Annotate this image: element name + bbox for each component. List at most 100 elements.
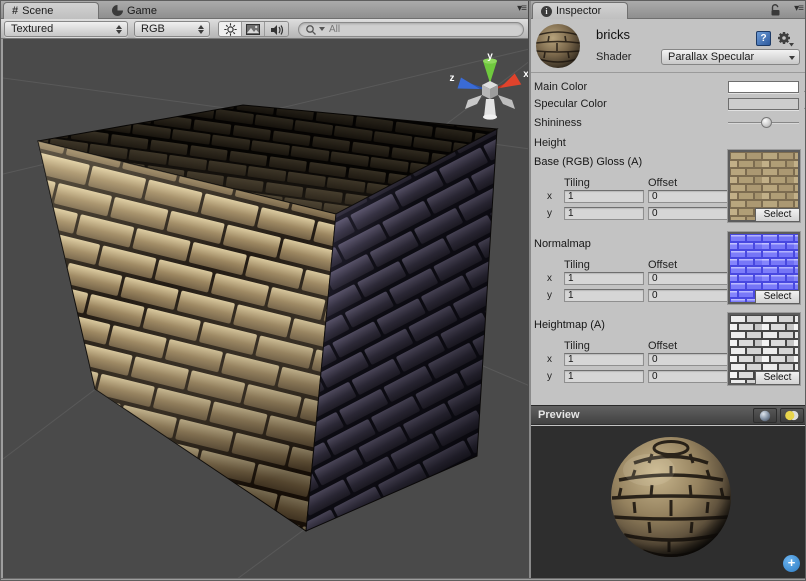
x-axis-label: x xyxy=(542,354,552,365)
color-channels-value: RGB xyxy=(141,23,165,35)
height-label: Height xyxy=(534,135,566,151)
shader-label: Shader xyxy=(596,51,631,63)
slider-knob[interactable] xyxy=(761,117,772,128)
scene-3d-view: y x z xyxy=(3,39,530,579)
scene-gizmo[interactable]: y x z xyxy=(450,51,530,120)
speaker-icon xyxy=(270,24,284,36)
preview-lighting-button[interactable] xyxy=(780,408,804,423)
gizmo-y-label[interactable]: y xyxy=(487,51,493,62)
select-texture-button[interactable]: Select xyxy=(755,371,800,385)
color-channels-dropdown[interactable]: RGB xyxy=(134,21,210,37)
panel-splitter[interactable] xyxy=(528,1,531,581)
preview-content[interactable]: + xyxy=(531,426,806,578)
help-icon[interactable]: ? xyxy=(756,31,771,46)
image-icon xyxy=(246,24,260,35)
brick-cube[interactable] xyxy=(38,105,497,531)
texture-section-normalmap: Normalmap Tiling Offset x y xyxy=(534,233,804,313)
image-effects-toggle-button[interactable] xyxy=(242,22,265,37)
gear-icon[interactable] xyxy=(777,31,794,47)
search-input[interactable] xyxy=(327,23,497,36)
y-axis-label: y xyxy=(542,371,552,382)
scene-tabstrip: # Scene Game ▾≡ xyxy=(1,1,530,19)
sun-icon xyxy=(224,23,237,36)
lock-icon[interactable] xyxy=(770,4,781,16)
search-filter-arrow-icon xyxy=(319,27,325,32)
tiling-header: Tiling xyxy=(564,259,590,271)
offset-y-input[interactable] xyxy=(648,370,729,383)
tiling-header: Tiling xyxy=(564,340,590,352)
render-mode-value: Textured xyxy=(11,23,53,35)
main-color-swatch[interactable] xyxy=(728,81,799,93)
tiling-x-input[interactable] xyxy=(564,353,644,366)
offset-y-input[interactable] xyxy=(648,207,729,220)
shininess-label: Shininess xyxy=(534,115,582,131)
tab-inspector[interactable]: i Inspector xyxy=(532,2,628,19)
gizmo-cube[interactable] xyxy=(482,81,498,99)
offset-y-input[interactable] xyxy=(648,289,729,302)
audio-toggle-button[interactable] xyxy=(265,22,288,37)
texture-section-title: Base (RGB) Gloss (A) xyxy=(534,156,642,168)
shader-value: Parallax Specular xyxy=(668,51,754,63)
tiling-y-input[interactable] xyxy=(564,289,644,302)
specular-color-swatch[interactable] xyxy=(728,98,799,110)
stepper-icon xyxy=(116,25,123,35)
tab-scene[interactable]: # Scene xyxy=(3,2,99,19)
inspector-tabstrip: i Inspector ▾≡ xyxy=(531,1,806,19)
tiling-y-input[interactable] xyxy=(564,207,644,220)
main-color-label: Main Color xyxy=(534,79,587,95)
gizmo-z-label[interactable]: z xyxy=(450,73,455,84)
select-texture-button[interactable]: Select xyxy=(755,290,800,304)
material-name: bricks xyxy=(596,27,630,42)
tiling-x-input[interactable] xyxy=(564,190,644,203)
offset-x-input[interactable] xyxy=(648,272,729,285)
info-icon: i xyxy=(541,6,552,17)
texture-section-title: Heightmap (A) xyxy=(534,319,605,331)
inspector-tab-label: Inspector xyxy=(556,5,601,17)
scene-panel-menu-icon[interactable]: ▾≡ xyxy=(517,3,526,14)
select-texture-button[interactable]: Select xyxy=(755,208,800,222)
offset-header: Offset xyxy=(648,340,677,352)
viewport-toggle-group xyxy=(218,21,289,37)
offset-x-input[interactable] xyxy=(648,190,729,203)
scene-tab-label: Scene xyxy=(22,5,53,17)
sphere-icon xyxy=(759,410,771,422)
preview-sphere xyxy=(531,426,806,578)
shininess-slider[interactable] xyxy=(728,115,799,131)
inspector-panel: bricks Shader Parallax Specular ? Main C… xyxy=(531,19,806,579)
preview-mesh-button[interactable] xyxy=(753,408,777,423)
texture-section-title: Normalmap xyxy=(534,238,591,250)
x-axis-label: x xyxy=(542,191,552,202)
y-axis-label: y xyxy=(542,290,552,301)
plus-icon[interactable]: + xyxy=(783,555,800,572)
lighting-toggle-icon xyxy=(784,410,800,421)
preview-title: Preview xyxy=(538,409,580,421)
tiling-x-input[interactable] xyxy=(564,272,644,285)
material-properties: Main Color Specular Color Shininess Heig… xyxy=(534,79,804,111)
unity-editor-window: # Scene Game ▾≡ Textured RGB xyxy=(0,0,806,581)
tiling-header: Tiling xyxy=(564,177,590,189)
game-tab-label: Game xyxy=(127,5,157,17)
grid-icon: # xyxy=(12,5,18,17)
texture-section-base: Base (RGB) Gloss (A) Tiling Offset x y xyxy=(534,151,804,231)
chevron-down-icon xyxy=(789,56,795,60)
texture-section-heightmap: Heightmap (A) Tiling Offset x y xyxy=(534,314,804,394)
inspector-panel-menu-icon[interactable]: ▾≡ xyxy=(794,3,803,14)
preview-header[interactable]: Preview xyxy=(531,405,806,425)
scene-toolbar: Textured RGB xyxy=(1,19,530,39)
search-icon xyxy=(305,24,317,36)
x-axis-label: x xyxy=(542,273,552,284)
offset-header: Offset xyxy=(648,259,677,271)
scene-viewport[interactable]: y x z xyxy=(1,39,530,579)
render-mode-dropdown[interactable]: Textured xyxy=(4,21,128,37)
stepper-icon xyxy=(198,25,205,35)
lighting-toggle-button[interactable] xyxy=(219,22,242,37)
game-icon xyxy=(112,5,123,16)
specular-color-label: Specular Color xyxy=(534,96,607,112)
shader-dropdown[interactable]: Parallax Specular xyxy=(661,49,800,65)
material-header: bricks Shader Parallax Specular ? xyxy=(531,19,806,73)
material-sphere-thumbnail[interactable] xyxy=(535,23,581,69)
offset-x-input[interactable] xyxy=(648,353,729,366)
tab-game[interactable]: Game xyxy=(104,2,170,19)
tiling-y-input[interactable] xyxy=(564,370,644,383)
scene-search-field[interactable] xyxy=(298,22,524,37)
